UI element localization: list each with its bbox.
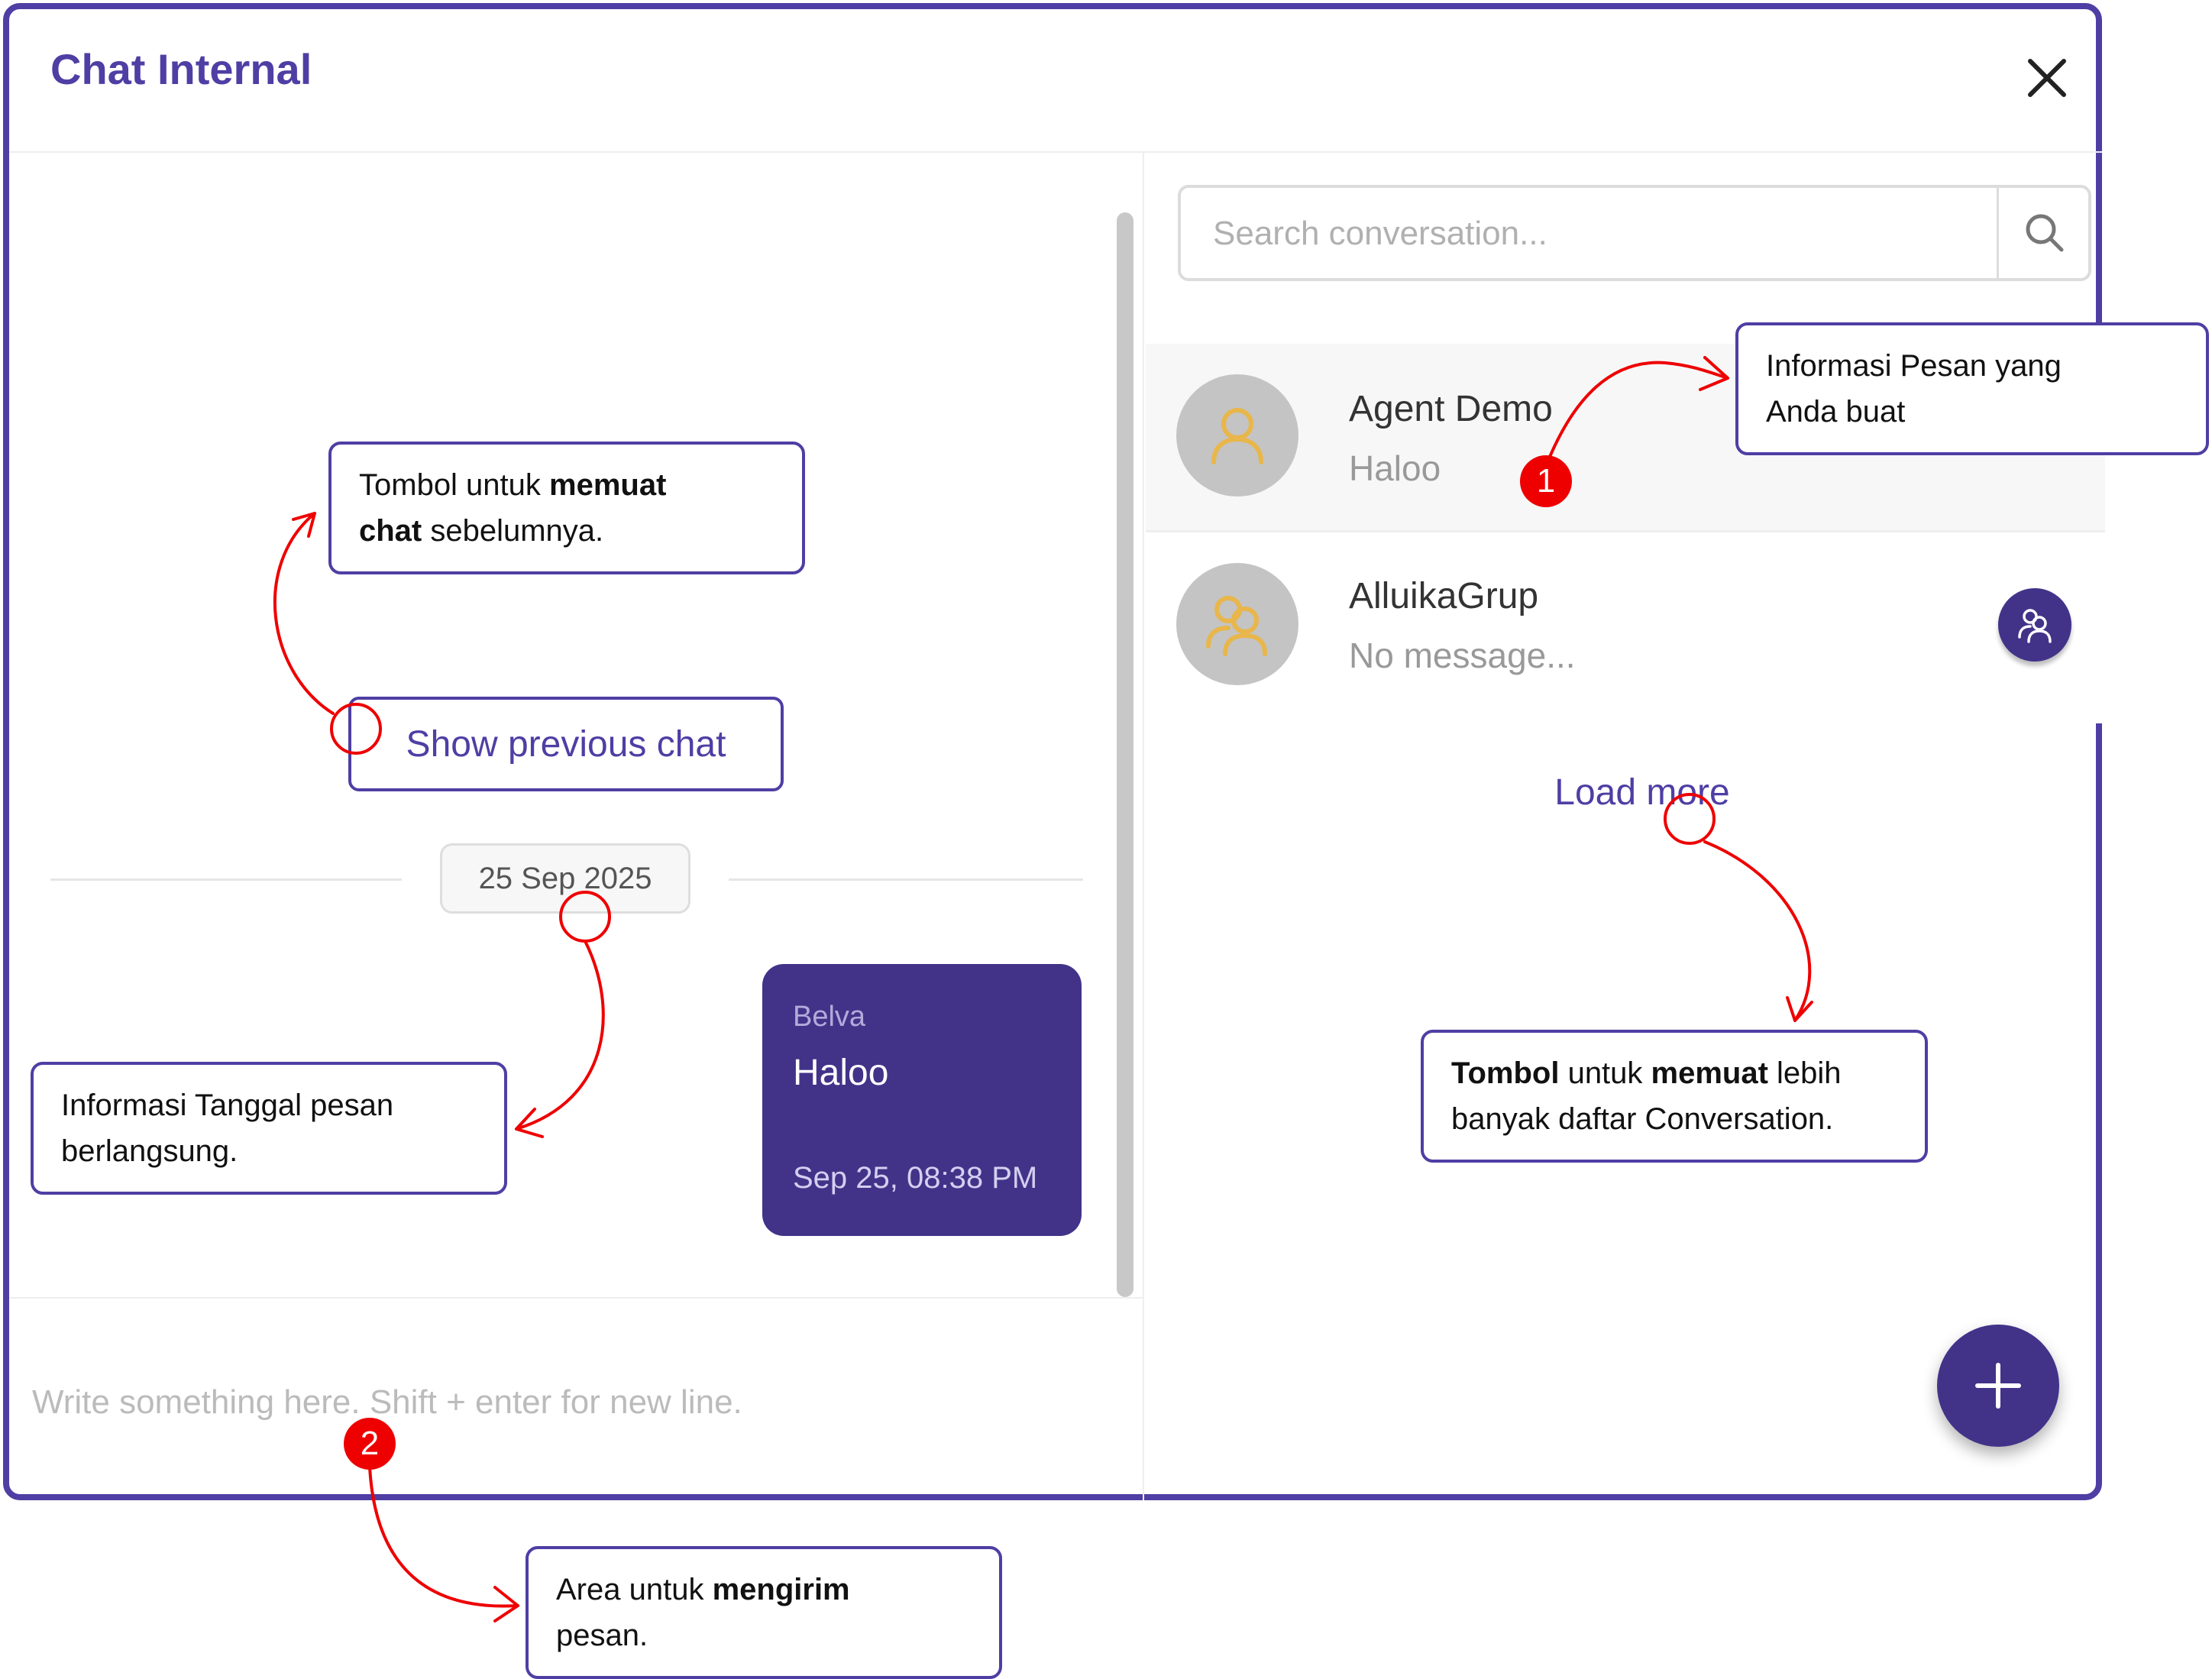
- window-title: Chat Internal: [50, 45, 312, 93]
- load-more-link[interactable]: Load more: [1535, 772, 1749, 814]
- new-conversation-button[interactable]: [1937, 1325, 2059, 1447]
- search-button[interactable]: [2001, 188, 2088, 278]
- callout-text-bold: memuat: [549, 468, 667, 502]
- search-separator: [1997, 188, 1999, 278]
- close-icon: [2028, 59, 2066, 97]
- message-time: Sep 25, 08:38 PM: [793, 1161, 1038, 1195]
- callout-text: banyak daftar Conversation.: [1451, 1102, 1834, 1136]
- conversation-item[interactable]: AlluikaGrup No message...: [1146, 532, 2105, 723]
- group-icon: [2018, 609, 2052, 643]
- conversation-name: AlluikaGrup: [1349, 576, 1539, 616]
- callout-text: sebelumnya.: [422, 514, 604, 548]
- callout-text: Tombol untuk: [359, 468, 550, 502]
- avatar: [1176, 563, 1298, 685]
- search-icon: [2026, 214, 2064, 252]
- annotation-badge-2: 2: [344, 1418, 396, 1470]
- header-divider: [9, 151, 2102, 153]
- callout-text: Anda buat: [1766, 395, 1906, 429]
- message-bubble: Belva Haloo Sep 25, 08:38 PM: [762, 964, 1082, 1236]
- callout-send-area: Area untuk mengirim pesan.: [526, 1546, 1002, 1679]
- show-previous-chat-button[interactable]: Show previous chat: [348, 697, 784, 791]
- date-badge: 25 Sep 2025: [440, 843, 690, 914]
- search-conversation-input[interactable]: [1211, 200, 1986, 267]
- pane-divider: [1143, 153, 1144, 1500]
- callout-load-previous: Tombol untuk memuat chat sebelumnya.: [328, 442, 805, 574]
- annotation-badge-1: 1: [1520, 455, 1572, 507]
- conversation-name: Agent Demo: [1349, 389, 1553, 429]
- group-button[interactable]: [1998, 588, 2071, 662]
- plus-icon: [1975, 1363, 2021, 1409]
- message-text: Haloo: [793, 1053, 889, 1093]
- user-icon: [1211, 408, 1263, 464]
- avatar: [1176, 374, 1298, 497]
- date-separator-line: [50, 878, 402, 881]
- message-input[interactable]: [31, 1367, 1103, 1438]
- callout-text-bold: mengirim: [712, 1573, 850, 1606]
- callout-text: Informasi Tanggal pesan: [61, 1089, 394, 1122]
- callout-text-bold: Tombol: [1451, 1056, 1560, 1090]
- conversation-preview: No message...: [1349, 636, 1576, 675]
- callout-date-info: Informasi Tanggal pesan berlangsung.: [31, 1062, 507, 1195]
- message-sender: Belva: [793, 1001, 866, 1033]
- conversation-preview: Haloo: [1349, 448, 1441, 488]
- callout-text: untuk: [1559, 1056, 1651, 1090]
- callout-text: lebih: [1767, 1056, 1842, 1090]
- callout-text: Informasi Pesan yang: [1766, 349, 2062, 383]
- date-separator-line: [729, 878, 1083, 881]
- callout-text-bold: memuat: [1651, 1056, 1768, 1090]
- callout-load-more: Tombol untuk memuat lebih banyak daftar …: [1421, 1030, 1928, 1163]
- callout-message-info: Informasi Pesan yang Anda buat: [1735, 322, 2209, 455]
- group-icon: [1206, 596, 1267, 656]
- chat-scrollbar[interactable]: [1117, 212, 1133, 1297]
- callout-text: Area untuk: [556, 1573, 713, 1606]
- composer-divider: [9, 1297, 1143, 1299]
- callout-text-bold: chat: [359, 514, 422, 548]
- callout-text: berlangsung.: [61, 1134, 238, 1168]
- callout-text: pesan.: [556, 1619, 648, 1652]
- close-button[interactable]: [2016, 47, 2078, 108]
